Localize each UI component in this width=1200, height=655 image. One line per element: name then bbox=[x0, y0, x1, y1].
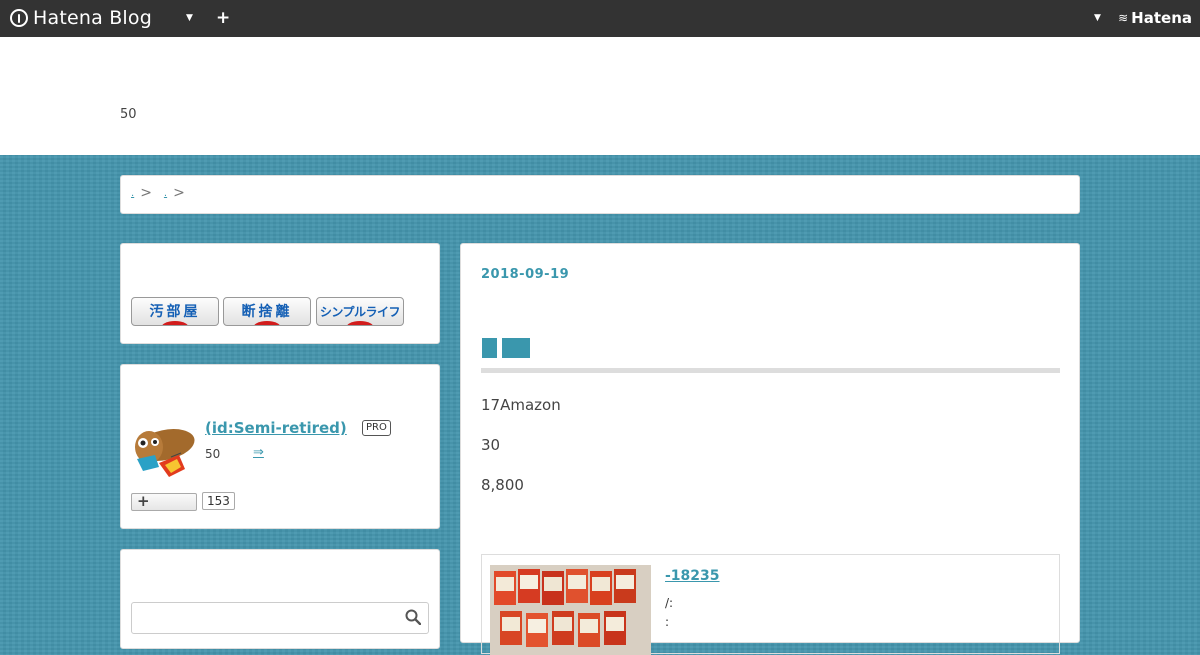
breadcrumb-separator: > bbox=[140, 185, 152, 201]
product-embed-card[interactable]: -18235 /: : bbox=[481, 554, 1060, 655]
profile-description: 50 bbox=[205, 447, 221, 461]
entry-divider bbox=[481, 368, 1060, 373]
hatena-brand-text: Hatena bbox=[1131, 9, 1192, 27]
entry-paragraph: 8,800 bbox=[481, 476, 524, 494]
category-tag[interactable] bbox=[482, 338, 497, 358]
category-tag[interactable] bbox=[502, 338, 530, 358]
hatena-blog-logo[interactable]: Hatena Blog bbox=[10, 7, 152, 29]
hatena-brand-link[interactable]: ≋ Hatena bbox=[1118, 9, 1192, 27]
add-entry-button[interactable]: + bbox=[216, 8, 230, 28]
sidebar-badges-module: 汚部屋 断捨離 シンプルライフ bbox=[120, 243, 440, 344]
badge-button-2[interactable]: 断捨離 bbox=[223, 297, 311, 326]
breadcrumb-link-home[interactable]: . bbox=[131, 188, 134, 199]
search-input[interactable] bbox=[136, 606, 400, 632]
breadcrumb: . > . > bbox=[120, 175, 1080, 214]
follow-button[interactable]: + bbox=[131, 492, 197, 511]
product-thumbnail[interactable] bbox=[490, 565, 651, 655]
breadcrumb-link-category[interactable]: . bbox=[164, 188, 167, 199]
search-box bbox=[131, 602, 429, 634]
badge-button-3[interactable]: シンプルライフ bbox=[316, 297, 404, 326]
global-header: Hatena Blog ▼ + ▼ ≋ Hatena bbox=[0, 0, 1200, 37]
pro-badge: PRO bbox=[362, 420, 391, 436]
hatena-blog-logo-text: Hatena Blog bbox=[33, 7, 152, 29]
account-menu-chevron-down-icon[interactable]: ▼ bbox=[1094, 13, 1101, 23]
avatar[interactable] bbox=[129, 419, 197, 481]
sidebar-search-module bbox=[120, 549, 440, 649]
product-meta: /: bbox=[665, 596, 674, 610]
plus-icon: + bbox=[137, 492, 150, 510]
hatena-brand-icon: ≋ bbox=[1118, 11, 1129, 25]
entry-paragraph: 30 bbox=[481, 436, 501, 454]
profile-more-link[interactable]: ⇒ bbox=[253, 445, 264, 460]
blog-description: 50 bbox=[120, 107, 137, 122]
blog-header: 50 bbox=[0, 37, 1200, 155]
product-title-link[interactable]: -18235 bbox=[665, 568, 760, 584]
chevron-down-icon[interactable]: ▼ bbox=[186, 13, 193, 23]
hatena-blog-logo-icon bbox=[10, 9, 28, 27]
badge-button-1[interactable]: 汚部屋 bbox=[131, 297, 219, 326]
breadcrumb-separator: > bbox=[173, 185, 185, 201]
article-entry: 2018-09-19 17Amazon 30 8,800 -18235 /:: bbox=[460, 243, 1080, 655]
entry-paragraph: 17Amazon bbox=[481, 396, 561, 414]
sidebar-profile-module: (id:Semi-retired) PRO 50 ⇒ + 153 bbox=[120, 364, 440, 529]
product-meta: : bbox=[665, 615, 670, 629]
profile-name-link[interactable]: (id:Semi-retired) bbox=[205, 419, 347, 437]
follower-count: 153 bbox=[202, 492, 235, 510]
search-icon[interactable] bbox=[405, 609, 421, 625]
entry-date[interactable]: 2018-09-19 bbox=[481, 267, 569, 282]
